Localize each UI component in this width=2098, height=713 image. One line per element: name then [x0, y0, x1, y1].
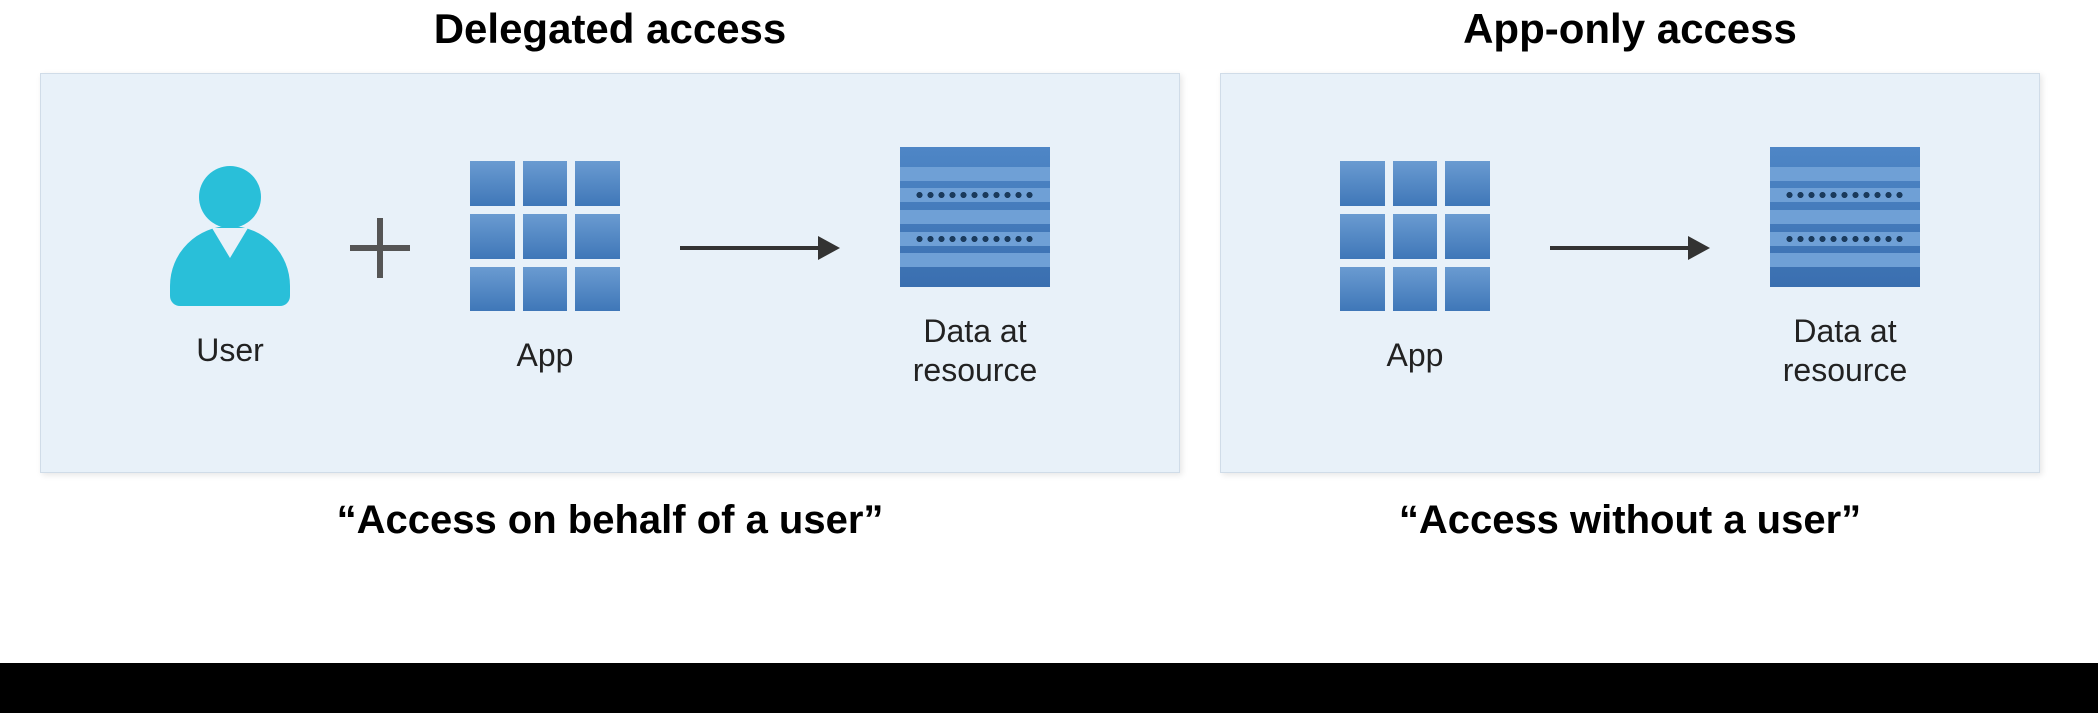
arrow-right-icon — [680, 238, 840, 258]
data-item: Data at resource — [900, 147, 1050, 389]
footer-bar — [0, 663, 2098, 713]
apponly-title: App-only access — [1463, 5, 1797, 53]
apponly-panel: App Data at resource — [1220, 73, 2040, 473]
data-label-right: Data at resource — [1783, 312, 1908, 389]
data-item-right: Data at resource — [1770, 147, 1920, 389]
arrow-right-icon — [1550, 238, 1710, 258]
delegated-caption: “Access on behalf of a user” — [337, 498, 884, 543]
app-grid-icon — [1340, 161, 1490, 311]
database-icon — [900, 147, 1050, 287]
diagram-container: Delegated access User App — [0, 0, 2098, 543]
database-icon — [1770, 147, 1920, 287]
delegated-panel: User App — [40, 73, 1180, 473]
app-item-right: App — [1340, 161, 1490, 374]
app-grid-icon — [470, 161, 620, 311]
plus-icon — [350, 218, 410, 278]
app-item: App — [470, 161, 620, 374]
app-label: App — [517, 336, 574, 374]
apponly-access-section: App-only access App — [1220, 0, 2040, 543]
delegated-access-section: Delegated access User App — [40, 0, 1180, 543]
app-label-right: App — [1387, 336, 1444, 374]
user-label: User — [196, 331, 264, 369]
apponly-caption: “Access without a user” — [1399, 498, 1861, 543]
user-icon — [170, 166, 290, 306]
delegated-title: Delegated access — [434, 5, 787, 53]
data-label: Data at resource — [913, 312, 1038, 389]
user-item: User — [170, 166, 290, 369]
